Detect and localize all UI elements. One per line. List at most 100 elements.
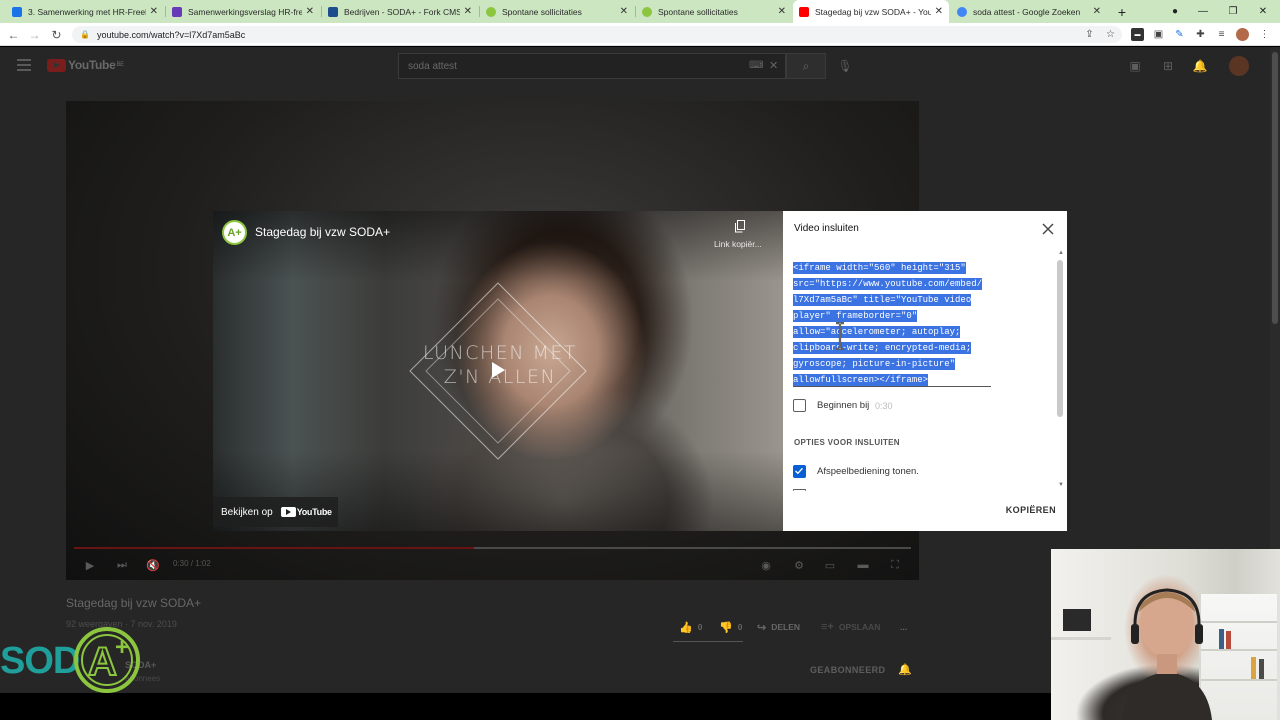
show-controls-checkbox[interactable] <box>793 465 806 478</box>
settings-gear-icon[interactable]: ⚙ <box>791 557 807 573</box>
extension-icon[interactable]: ▬ <box>1131 28 1144 41</box>
watch-on-youtube-button[interactable]: Bekijken op YouTube <box>213 497 338 527</box>
start-at-checkbox[interactable] <box>793 399 806 412</box>
close-tab-icon[interactable]: ✕ <box>306 6 314 17</box>
search-icon[interactable]: ⌕ <box>786 53 826 79</box>
share-label: DELEN <box>771 622 801 632</box>
browser-tab-7[interactable]: soda attest - Google Zoeken ✕ <box>951 0 1107 23</box>
tab-label: Bedrijven - SODA+ - Fork CMS <box>344 6 460 17</box>
extension-icon[interactable]: ▣ <box>1152 28 1165 41</box>
keyboard-icon[interactable]: ⌨ <box>749 60 763 71</box>
clear-search-icon[interactable]: ✕ <box>769 59 778 72</box>
bookmark-star-icon[interactable]: ☆ <box>1104 28 1117 41</box>
scroll-down-icon[interactable]: ▼ <box>1058 482 1064 488</box>
more-actions-button[interactable]: ... <box>900 620 907 634</box>
play-icon[interactable]: ▶ <box>82 557 98 573</box>
svg-text:+: + <box>115 634 129 661</box>
notifications-bell-icon[interactable]: 🔔 <box>1192 58 1208 74</box>
copy-link-icon[interactable] <box>734 220 747 233</box>
checkmark-icon <box>795 467 803 475</box>
lock-icon: 🔒 <box>80 30 90 39</box>
copy-button[interactable]: KOPIËREN <box>998 505 1056 519</box>
subscribed-button[interactable]: GEABONNEERD <box>810 665 885 675</box>
next-icon[interactable]: ⏭ <box>114 557 130 573</box>
tab-search-icon[interactable]: ● <box>1160 0 1190 23</box>
code-line: l7Xd7am5aBc" title="YouTube video <box>793 294 972 306</box>
profile-avatar[interactable] <box>1236 28 1249 41</box>
more-actions-icon: ... <box>900 622 908 632</box>
close-tab-icon[interactable]: ✕ <box>778 6 786 17</box>
video-title: Stagedag bij vzw SODA+ <box>66 596 202 610</box>
close-tab-icon[interactable]: ✕ <box>464 6 472 17</box>
autoplay-toggle-icon[interactable]: ◉ <box>758 557 774 573</box>
like-ratio-bar <box>673 641 743 642</box>
webcam-overlay <box>1051 549 1280 720</box>
back-icon[interactable]: ← <box>5 26 22 43</box>
extension-icon[interactable]: ✎ <box>1173 28 1186 41</box>
close-tab-icon[interactable]: ✕ <box>620 6 628 17</box>
code-line: gyroscope; picture-in-picture" <box>793 358 956 370</box>
youtube-brand-text: YouTube <box>296 507 332 517</box>
embed-video-title[interactable]: Stagedag bij vzw SODA+ <box>255 225 390 239</box>
menu-kebab-icon[interactable]: ⋮ <box>1258 28 1271 41</box>
start-at-time-input[interactable]: 0:30 <box>875 401 893 411</box>
account-avatar[interactable] <box>1229 56 1249 76</box>
video-time: 0:30 / 1:02 <box>173 559 211 568</box>
share-button[interactable]: ↪ DELEN <box>757 620 800 634</box>
close-icon[interactable] <box>1041 222 1055 236</box>
dialog-scrollbar-thumb[interactable] <box>1057 260 1063 417</box>
miniplayer-icon[interactable]: ▭ <box>822 557 838 573</box>
puzzle-icon[interactable]: ✚ <box>1194 28 1207 41</box>
notification-bell-icon[interactable]: 🔔 <box>898 663 912 676</box>
embed-code-textarea[interactable]: <iframe width="560" height="315" src="ht… <box>793 260 993 388</box>
forward-icon[interactable]: → <box>26 26 43 43</box>
url-text: youtube.com/watch?v=l7Xd7am5aBc <box>96 29 246 40</box>
dislike-button[interactable]: 👎 0 <box>719 620 742 634</box>
theater-mode-icon[interactable]: ▬ <box>855 557 871 573</box>
new-tab-icon[interactable]: + <box>1107 0 1137 23</box>
browser-tab-6-active[interactable]: Stagedag bij vzw SODA+ - YouTube ✕ <box>793 0 949 23</box>
youtube-play-logo-icon <box>47 58 66 72</box>
save-button[interactable]: ≡+ OPSLAAN <box>821 620 880 634</box>
browser-tab-4[interactable]: Spontane sollicitaties ✕ <box>480 0 634 23</box>
microphone-icon[interactable]: 🎙 <box>837 58 853 74</box>
play-icon[interactable] <box>490 361 506 379</box>
youtube-logo[interactable]: YouTube BE <box>47 58 124 72</box>
close-tab-icon[interactable]: ✕ <box>935 6 943 17</box>
watch-on-label: Bekijken op <box>221 506 273 518</box>
browser-tab-3[interactable]: Bedrijven - SODA+ - Fork CMS ✕ <box>322 0 478 23</box>
browser-tab-1[interactable]: 3. Samenwerking met HR-Freelancers ✕ <box>6 0 164 23</box>
hamburger-menu-icon[interactable] <box>17 59 31 71</box>
window-close-icon[interactable]: ✕ <box>1248 0 1278 23</box>
youtube-search-input[interactable]: soda attest ⌨ ✕ <box>398 53 786 79</box>
install-icon[interactable]: ⇪ <box>1083 28 1096 41</box>
reload-icon[interactable]: ↻ <box>48 26 65 43</box>
copy-link-label[interactable]: Link kopiër... <box>714 239 762 249</box>
drive-icon <box>12 6 22 17</box>
like-button[interactable]: 👍 0 <box>679 620 702 634</box>
mute-icon[interactable]: 🔇 <box>145 557 161 573</box>
tab-label: Stagedag bij vzw SODA+ - YouTube <box>815 6 931 17</box>
code-line: clipboard-write; encrypted-media; <box>793 342 972 354</box>
close-tab-icon[interactable]: ✕ <box>1093 6 1101 17</box>
minimize-icon[interactable]: — <box>1188 0 1218 23</box>
apps-grid-icon[interactable]: ⊞ <box>1160 58 1176 74</box>
reading-list-icon[interactable]: ≡ <box>1215 28 1228 41</box>
embed-preview-player[interactable]: LUNCHEN MET Z'N ALLEN A+ Stagedag bij vz… <box>213 211 783 531</box>
browser-tab-2[interactable]: Samenwerkingsverslag HR-freelancers ✕ <box>166 0 320 23</box>
close-tab-icon[interactable]: ✕ <box>150 6 158 17</box>
fullscreen-icon[interactable]: ⛶ <box>887 557 903 573</box>
create-video-icon[interactable]: ▣ <box>1127 58 1143 74</box>
background-desk <box>1051 637 1111 640</box>
maximize-icon[interactable]: ❐ <box>1218 0 1248 23</box>
youtube-logo-text: YouTube <box>68 58 116 72</box>
soda-icon <box>642 6 652 17</box>
privacy-mode-checkbox-partial[interactable] <box>793 489 806 491</box>
soda-icon <box>486 6 496 17</box>
youtube-icon <box>799 6 809 17</box>
channel-logo[interactable]: A+ <box>222 220 247 245</box>
scroll-up-icon[interactable]: ▲ <box>1058 250 1064 256</box>
address-bar[interactable]: 🔒 youtube.com/watch?v=l7Xd7am5aBc <box>72 26 1122 43</box>
page-scrollbar-thumb[interactable] <box>1272 52 1278 324</box>
browser-tab-5[interactable]: Spontane sollicitaties ✕ <box>636 0 792 23</box>
